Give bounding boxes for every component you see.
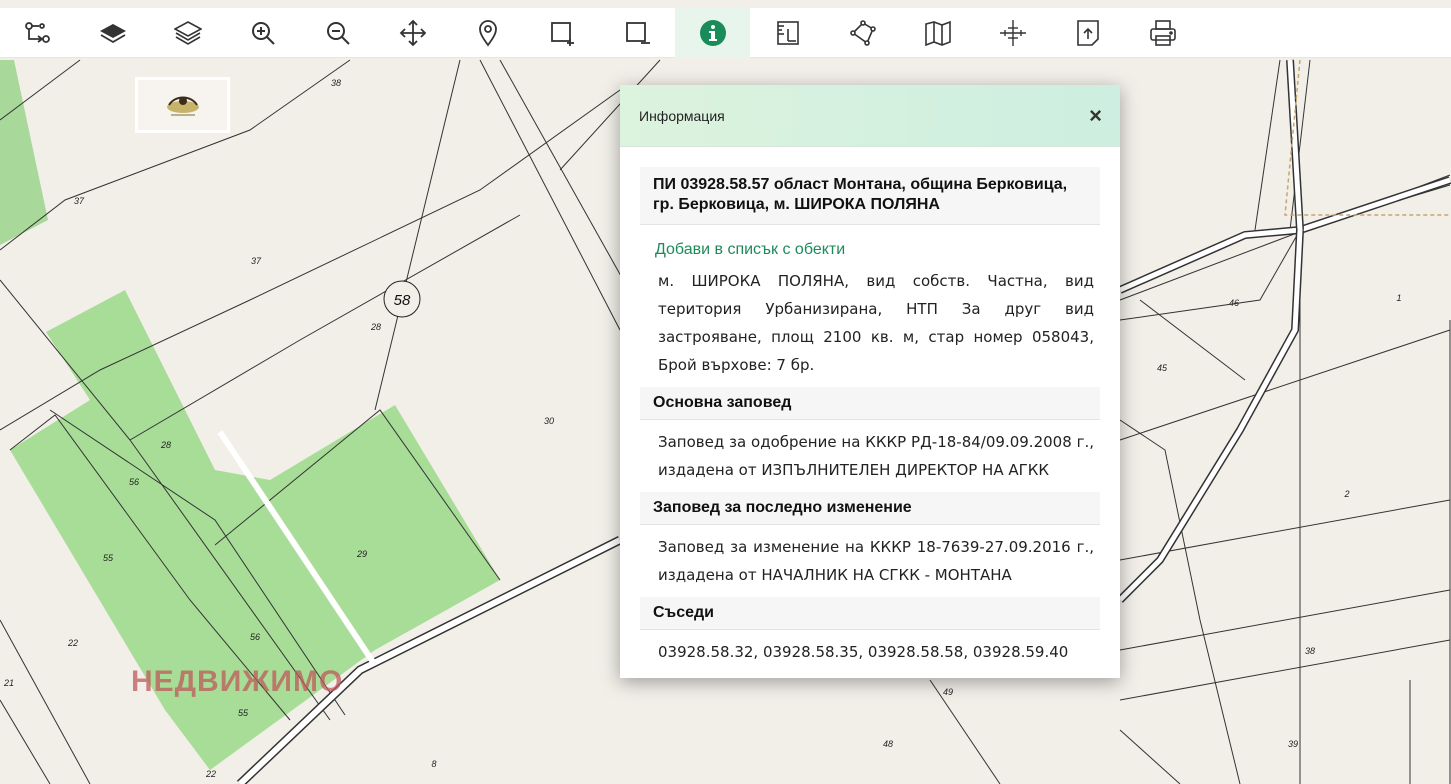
parcel-number-label: 2 [1343,489,1349,499]
parcel-number-label: 39 [1288,739,1298,749]
main-order-heading: Основна заповед [640,387,1100,420]
layers-filled-tool-button[interactable] [75,8,150,58]
parcel-number-label: 28 [160,440,171,450]
map-icon [924,20,951,46]
layers-outline-tool-button[interactable] [150,8,225,58]
parcel-number-label: 55 [103,553,114,563]
info-panel-body: ПИ 03928.58.57 област Монтана, община Бе… [620,147,1120,674]
parcel-circle-label: 58 [394,292,411,309]
parcel-number-label: 56 [129,477,139,487]
main-order-text: Заповед за одобрение на КККР РД-18-84/09… [658,433,1094,479]
info-panel: Информация × ПИ 03928.58.57 област Монта… [620,85,1120,678]
print-icon [1149,19,1176,46]
parcel-number-label: 30 [544,416,554,426]
print-button[interactable] [1125,8,1200,58]
zoom-in-icon [251,21,275,45]
parcel-number-label: 37 [251,256,262,266]
zoom-out-icon [326,21,350,45]
agency-logo [135,77,230,133]
parcel-number-label: 37 [74,196,85,206]
parcel-title: ПИ 03928.58.57 област Монтана, община Бе… [640,167,1100,225]
route-icon [24,21,50,43]
map-tool-button[interactable] [900,8,975,58]
last-change-order-heading: Заповед за последно изменение [640,492,1100,525]
info-icon [699,19,726,46]
last-change-order-text: Заповед за изменение на КККР 18-7639-27.… [658,538,1094,584]
export-tool-button[interactable] [1050,8,1125,58]
parcel-number-label: 22 [67,638,78,648]
watermark-text: НЕДВИЖИМО [131,665,344,698]
parcel-number-label: 1 [1396,293,1401,303]
info-tool-button[interactable] [675,7,750,58]
parcel-number-label: 49 [943,687,953,697]
add-to-list-link[interactable]: Добави в списък с обекти [640,225,1100,259]
info-panel-header: Информация × [620,85,1120,147]
parcel-description: м. ШИРОКА ПОЛЯНА, вид собств. Частна, ви… [658,272,1094,374]
measure-tool-button[interactable] [750,8,825,58]
parcel-number-label: 28 [370,322,381,332]
parcel-number-label: 48 [883,739,893,749]
rectangle-remove-button[interactable] [600,8,675,58]
location-tool-button[interactable] [450,8,525,58]
zoom-out-button[interactable] [300,8,375,58]
parcel-number-label: 45 [1157,363,1168,373]
crosshair-icon [999,19,1026,46]
info-panel-title: Информация [639,107,725,124]
parcel-number-label: 8 [431,759,436,769]
zoom-in-button[interactable] [225,8,300,58]
neighbors-text: 03928.58.32, 03928.58.35, 03928.58.58, 0… [658,643,1069,661]
parcel-number-label: 56 [250,632,260,642]
parcel-number-label: 46 [1229,298,1239,308]
coordinates-tool-button[interactable] [975,8,1050,58]
ruler-icon [776,20,799,45]
rectangle-remove-icon [625,21,650,44]
close-button[interactable]: × [1089,104,1102,127]
layers-filled-icon [99,23,126,43]
export-icon [1076,19,1099,46]
pan-tool-button[interactable] [375,8,450,58]
parcel-number-label: 29 [356,549,367,559]
parcel-number-label: 21 [3,678,14,688]
parcel-number-label: 55 [238,708,249,718]
neighbors-heading: Съседи [640,597,1100,630]
map-toolbar [0,7,1451,58]
parcel-number-label: 38 [331,78,341,88]
parcel-number-label: 22 [205,769,216,779]
rectangle-add-button[interactable] [525,8,600,58]
parcel-number-label: 38 [1305,646,1315,656]
rectangle-add-icon [550,21,574,46]
location-pin-icon [478,19,497,47]
polyline-icon [849,19,876,46]
polyline-tool-button[interactable] [825,8,900,58]
logo-icon [166,96,199,116]
layers-outline-icon [173,20,202,45]
route-tool-button[interactable] [0,8,75,58]
move-icon [399,19,426,46]
